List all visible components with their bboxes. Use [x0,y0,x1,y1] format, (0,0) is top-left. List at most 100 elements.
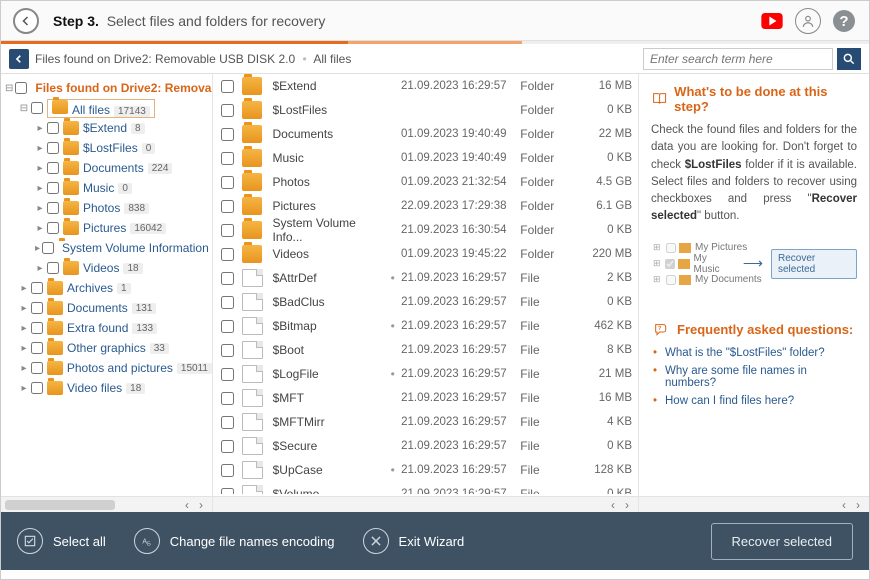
expand-icon[interactable]: ▸ [35,163,45,174]
tree-root-checkbox[interactable] [15,82,27,94]
row-checkbox[interactable] [221,392,234,405]
row-checkbox[interactable] [221,80,234,93]
user-icon[interactable] [795,8,821,34]
expand-icon[interactable]: ▸ [35,263,45,274]
expand-icon[interactable]: ▸ [19,283,29,294]
expand-icon[interactable]: ▸ [35,123,45,134]
tree-checkbox[interactable] [47,222,59,234]
list-row[interactable]: Music01.09.2023 19:40:49Folder0 KB [213,146,638,170]
list-row[interactable]: $Secure21.09.2023 16:29:57File0 KB [213,434,638,458]
exit-wizard-button[interactable]: Exit Wizard [363,528,465,554]
tree-item[interactable]: ▸Music0 [1,178,212,198]
list-row[interactable]: $MFTMirr21.09.2023 16:29:57File4 KB [213,410,638,434]
row-checkbox[interactable] [221,272,234,285]
row-checkbox[interactable] [221,104,234,117]
tree-item[interactable]: ▸Documents224 [1,158,212,178]
scroll-right-icon[interactable]: › [620,498,634,512]
tree-checkbox[interactable] [47,262,59,274]
list-row[interactable]: System Volume Info...21.09.2023 16:30:54… [213,218,638,242]
list-row[interactable]: $Boot21.09.2023 16:29:57File8 KB [213,338,638,362]
tree-checkbox[interactable] [31,362,43,374]
tree-checkbox[interactable] [31,322,43,334]
list-row[interactable]: $Extend21.09.2023 16:29:57Folder16 MB [213,74,638,98]
back-button[interactable] [13,8,39,34]
tree-item[interactable]: ▸Photos838 [1,198,212,218]
row-checkbox[interactable] [221,464,234,477]
row-checkbox[interactable] [221,416,234,429]
row-checkbox[interactable] [221,248,234,261]
collapse-icon[interactable]: ⊟ [19,103,29,114]
help-icon[interactable]: ? [831,8,857,34]
faq-link[interactable]: How can I find files here? [651,392,857,410]
tree-item[interactable]: ▸Other graphics33 [1,338,212,358]
list-row[interactable]: Photos01.09.2023 21:32:54Folder4.5 GB [213,170,638,194]
tree-item[interactable]: ▸Archives1 [1,278,212,298]
search-input[interactable] [643,48,833,70]
list-row[interactable]: Pictures22.09.2023 17:29:38Folder6.1 GB [213,194,638,218]
list-row[interactable]: $BadClus21.09.2023 16:29:57File0 KB [213,290,638,314]
tree-checkbox[interactable] [47,162,59,174]
tree-checkbox[interactable] [31,382,43,394]
row-checkbox[interactable] [221,296,234,309]
list-row[interactable]: $UpCase•21.09.2023 16:29:57File128 KB [213,458,638,482]
tree-item[interactable]: ▸Documents131 [1,298,212,318]
list-row[interactable]: $Bitmap•21.09.2023 16:29:57File462 KB [213,314,638,338]
row-checkbox[interactable] [221,368,234,381]
scroll-left-icon[interactable]: ‹ [606,498,620,512]
tree-checkbox[interactable] [31,302,43,314]
tree-checkbox[interactable] [42,242,54,254]
list-row[interactable]: $LogFile•21.09.2023 16:29:57File21 MB [213,362,638,386]
row-checkbox[interactable] [221,224,234,237]
tree-checkbox[interactable] [47,142,59,154]
breadcrumb-path[interactable]: Files found on Drive2: Removable USB DIS… [35,52,643,66]
scroll-left-icon[interactable]: ‹ [180,498,194,512]
list-row[interactable]: $LostFilesFolder0 KB [213,98,638,122]
tree-item[interactable]: ▸Extra found133 [1,318,212,338]
expand-icon[interactable]: ▸ [19,383,29,394]
breadcrumb-back-button[interactable] [9,49,29,69]
tree-root[interactable]: ⊟ Files found on Drive2: Removab [1,78,212,98]
list-row[interactable]: $AttrDef•21.09.2023 16:29:57File2 KB [213,266,638,290]
row-checkbox[interactable] [221,128,234,141]
expand-icon[interactable]: ▸ [35,203,45,214]
list-row[interactable]: Videos01.09.2023 19:45:22Folder220 MB [213,242,638,266]
tree-checkbox[interactable] [47,202,59,214]
help-hscrollbar[interactable]: ‹ › [639,496,869,512]
row-checkbox[interactable] [221,440,234,453]
scroll-right-icon[interactable]: › [194,498,208,512]
expand-icon[interactable]: ▸ [19,363,29,374]
list-row[interactable]: $Volume21.09.2023 16:29:57File0 KB [213,482,638,494]
expand-icon[interactable]: ▸ [35,243,40,254]
row-checkbox[interactable] [221,488,234,495]
tree-checkbox[interactable] [47,122,59,134]
row-checkbox[interactable] [221,344,234,357]
collapse-icon[interactable]: ⊟ [5,83,13,94]
tree-item[interactable]: ▸$LostFiles0 [1,138,212,158]
list-hscrollbar[interactable]: ‹ › [213,496,638,512]
scroll-left-icon[interactable]: ‹ [837,498,851,512]
tree-item[interactable]: ▸Pictures16042 [1,218,212,238]
tree-checkbox[interactable] [31,282,43,294]
row-checkbox[interactable] [221,320,234,333]
tree-item[interactable]: ▸Video files18 [1,378,212,398]
row-checkbox[interactable] [221,152,234,165]
faq-link[interactable]: Why are some file names in numbers? [651,362,857,392]
tree-checkbox[interactable] [31,102,43,114]
tree-item[interactable]: ▸Videos18 [1,258,212,278]
recover-selected-button[interactable]: Recover selected [711,523,853,560]
expand-icon[interactable]: ▸ [35,183,45,194]
tree-item[interactable]: ▸Photos and pictures15011 [1,358,212,378]
select-all-button[interactable]: Select all [17,528,106,554]
row-checkbox[interactable] [221,176,234,189]
faq-link[interactable]: What is the "$LostFiles" folder? [651,344,857,362]
expand-icon[interactable]: ▸ [19,323,29,334]
expand-icon[interactable]: ▸ [35,223,45,234]
list-row[interactable]: Documents01.09.2023 19:40:49Folder22 MB [213,122,638,146]
tree-item[interactable]: ▸System Volume Information2 [1,238,212,258]
list-row[interactable]: $MFT21.09.2023 16:29:57File16 MB [213,386,638,410]
tree-checkbox[interactable] [47,182,59,194]
expand-icon[interactable]: ▸ [35,143,45,154]
row-checkbox[interactable] [221,200,234,213]
search-button[interactable] [837,48,861,70]
expand-icon[interactable]: ▸ [19,343,29,354]
